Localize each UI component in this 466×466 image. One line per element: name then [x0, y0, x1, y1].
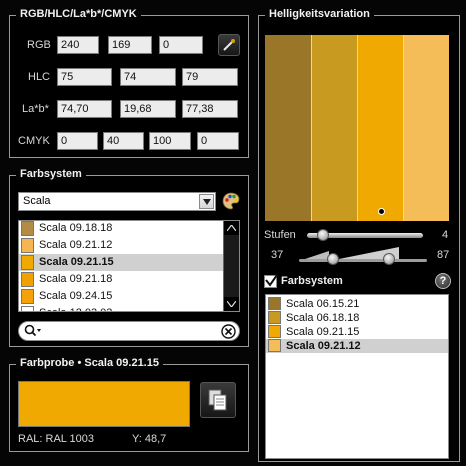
- search-input[interactable]: [18, 321, 240, 341]
- list-item-label: Scala 09.21.12: [286, 340, 361, 352]
- search-icon: [24, 324, 41, 337]
- color-swatch: [21, 238, 34, 253]
- color-values-panel: RGB/HLC/La*b*/CMYK RGB 240 169 0 HLC 75 …: [9, 8, 249, 158]
- cmyk-c-field[interactable]: 0: [57, 132, 98, 150]
- help-icon[interactable]: ?: [435, 273, 451, 289]
- palette-button[interactable]: [220, 190, 242, 212]
- hlc-label: HLC: [28, 71, 51, 83]
- list-item-label: Scala 06.18.18: [286, 312, 360, 324]
- list-item[interactable]: Scala 09.18.18: [19, 221, 239, 237]
- list-item-label: Scala 09.21.15: [39, 256, 114, 268]
- farbsystem-panel: Farbsystem Scala Scala 09.18.18 Scala 09.…: [9, 168, 249, 347]
- list-item[interactable]: Scala 09.21.12: [266, 339, 448, 353]
- list-item-label: Scala 09.24.15: [39, 290, 113, 302]
- ral-value: RAL: RAL 1003: [18, 433, 95, 445]
- list-item[interactable]: Scala 09.21.18: [19, 271, 239, 288]
- stufen-slider-knob[interactable]: [317, 229, 329, 241]
- list-item[interactable]: Scala 09.21.15: [19, 254, 239, 271]
- sample-swatch: [18, 381, 190, 427]
- scroll-up-button[interactable]: [224, 221, 239, 235]
- y-value: Y: 48,7: [132, 433, 167, 445]
- brightness-strip[interactable]: [311, 35, 357, 221]
- cmyk-label: CMYK: [18, 135, 50, 147]
- copy-icon: [208, 389, 227, 411]
- farbsystem-title: Farbsystem: [16, 168, 86, 180]
- sample-title: Farbprobe • Scala 09.21.15: [16, 357, 163, 369]
- rgb-b-field[interactable]: 0: [159, 36, 203, 54]
- color-swatch: [268, 311, 281, 324]
- brightness-strips[interactable]: [265, 35, 449, 221]
- list-item-label: Scala 09.18.18: [39, 222, 113, 234]
- list-item-label: Scala 12.03.03: [39, 305, 112, 311]
- sample-panel: Farbprobe • Scala 09.21.15 RAL: RAL 1003…: [9, 357, 249, 452]
- farbsystem-scrollbar[interactable]: [223, 221, 239, 311]
- color-swatch: [21, 221, 34, 236]
- eyedropper-icon: [223, 39, 235, 51]
- farbsystem-select-value: Scala: [23, 195, 51, 207]
- cmyk-k-field[interactable]: 0: [197, 132, 239, 150]
- brightness-list[interactable]: Scala 06.15.21 Scala 06.18.18 Scala 09.21.…: [265, 294, 449, 459]
- brightness-strip[interactable]: [403, 35, 449, 221]
- eyedropper-button[interactable]: [218, 34, 240, 56]
- rgb-r-field[interactable]: 240: [57, 36, 99, 54]
- lab-l-field[interactable]: 74,70: [57, 100, 112, 118]
- hlc-l-field[interactable]: 74: [120, 68, 176, 86]
- palette-icon: [222, 192, 240, 210]
- scroll-down-button[interactable]: [224, 297, 239, 311]
- list-item[interactable]: Scala 09.24.15: [19, 288, 239, 305]
- range-min-knob[interactable]: [327, 253, 339, 265]
- color-swatch: [21, 289, 34, 304]
- chevron-up-icon: [227, 225, 236, 231]
- hlc-c-field[interactable]: 79: [182, 68, 238, 86]
- farbsystem-checkbox[interactable]: [264, 274, 278, 288]
- cmyk-m-field[interactable]: 40: [103, 132, 144, 150]
- color-swatch: [21, 306, 34, 311]
- color-swatch: [21, 272, 34, 287]
- range-max-knob[interactable]: [383, 253, 395, 265]
- lab-b-field[interactable]: 77,38: [182, 100, 238, 118]
- range-max: 87: [437, 249, 450, 261]
- rgb-g-field[interactable]: 169: [108, 36, 152, 54]
- checkmark-icon: [265, 274, 278, 287]
- list-item[interactable]: Scala 06.18.18: [266, 311, 448, 325]
- chevron-down-icon[interactable]: [199, 194, 214, 209]
- list-item-label: Scala 06.15.21: [286, 298, 360, 310]
- chevron-down-icon: [227, 301, 236, 307]
- stufen-label: Stufen: [264, 229, 296, 241]
- brightness-panel: Helligkeitsvariation Stufen 4 37 87 Farb…: [258, 8, 460, 462]
- copy-button[interactable]: [200, 382, 236, 418]
- color-swatch: [21, 255, 34, 270]
- color-values-title: RGB/HLC/La*b*/CMYK: [16, 8, 141, 20]
- stufen-value: 4: [442, 229, 449, 241]
- list-item[interactable]: Scala 06.15.21: [266, 297, 448, 311]
- list-item-label: Scala 09.21.15: [286, 326, 360, 338]
- brightness-title: Helligkeitsvariation: [265, 8, 374, 20]
- color-swatch: [268, 339, 281, 352]
- range-slider[interactable]: [299, 243, 427, 265]
- farbsystem-check-label: Farbsystem: [281, 275, 343, 287]
- farbsystem-select[interactable]: Scala: [18, 192, 216, 211]
- brightness-strip[interactable]: [265, 35, 311, 221]
- range-min: 37: [271, 249, 284, 261]
- list-item-label: Scala 09.21.18: [39, 273, 113, 285]
- rgb-label: RGB: [27, 39, 51, 51]
- color-swatch: [268, 325, 281, 338]
- list-item[interactable]: Scala 12.03.03: [19, 305, 239, 311]
- color-swatch: [268, 297, 281, 310]
- list-item[interactable]: Scala 09.21.15: [266, 325, 448, 339]
- list-item[interactable]: Scala 09.21.12: [19, 237, 239, 254]
- lab-a-field[interactable]: 19,68: [120, 100, 176, 118]
- hlc-h-field[interactable]: 75: [57, 68, 112, 86]
- list-item-label: Scala 09.21.12: [39, 239, 113, 251]
- cmyk-y-field[interactable]: 100: [149, 132, 191, 150]
- lab-label: La*b*: [22, 103, 49, 115]
- selected-strip-marker: [377, 208, 385, 215]
- brightness-strip[interactable]: [357, 35, 403, 221]
- clear-icon[interactable]: [221, 323, 236, 339]
- farbsystem-list[interactable]: Scala 09.18.18 Scala 09.21.12 Scala 09.21.…: [18, 220, 240, 312]
